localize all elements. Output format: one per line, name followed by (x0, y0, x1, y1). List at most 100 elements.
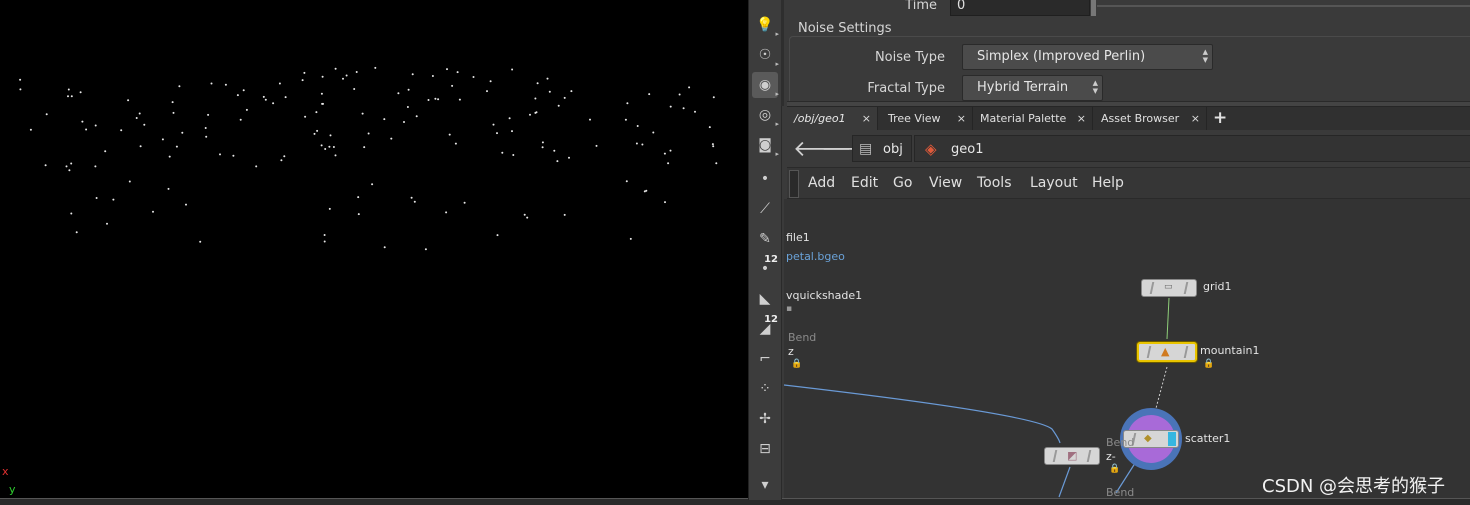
tab-tree-view[interactable]: Tree View × (881, 107, 973, 130)
pen-icon[interactable]: ✎ (752, 226, 778, 252)
crumb-obj[interactable]: ▤ obj (852, 135, 912, 162)
scatter-point (472, 76, 475, 78)
tab-label: Tree View (888, 112, 941, 125)
scatter-point (511, 68, 514, 71)
scatter-point (68, 169, 71, 172)
tab-material-palette[interactable]: Material Palette × (973, 107, 1093, 130)
menu-layout[interactable]: Layout (1030, 175, 1078, 191)
scene-viewport[interactable]: x y (0, 0, 748, 500)
add-tab-button[interactable]: + (1208, 107, 1232, 130)
scatter-point (629, 237, 632, 240)
node-bend[interactable]: ◩ (1044, 447, 1100, 465)
network-editor[interactable]: file1 petal.bgeo vquickshade1 ▪ Bend z 🔒… (784, 199, 1470, 498)
fractal-type-dropdown[interactable]: Hybrid Terrain ▲ ▼ (962, 75, 1103, 101)
scatter-point (70, 95, 73, 98)
camera-icon[interactable]: ◙ ▸ (752, 132, 779, 158)
menu-edit[interactable]: Edit (851, 175, 878, 191)
view-eye-icon[interactable]: ◎ ▸ (752, 102, 779, 128)
scatter-point (712, 145, 715, 148)
scatter-point (486, 90, 488, 93)
point-number-icon[interactable]: • 12 (752, 254, 778, 282)
bend-comment-label: Bend (788, 331, 817, 344)
scatter-point (556, 160, 559, 163)
scatter-point (316, 129, 319, 132)
scatter-point (67, 95, 69, 98)
scatter-point (205, 135, 208, 138)
scatter-point (303, 71, 306, 74)
time-slider-track[interactable] (1097, 5, 1470, 7)
curve-icon[interactable]: ⌐ (752, 346, 778, 372)
expand-down-icon[interactable]: ▾ (752, 472, 778, 498)
scatter-point (492, 123, 495, 126)
scatter-point (534, 97, 537, 100)
noise-type-label: Noise Type (874, 50, 945, 65)
handle-icon[interactable]: ✢ (752, 406, 778, 432)
menu-go[interactable]: Go (893, 175, 912, 191)
fill-icon[interactable]: ◣ (752, 286, 778, 312)
scatter-point (648, 93, 651, 96)
scatter-point (410, 196, 413, 199)
crumb-geo1[interactable]: ◈ geo1 (914, 135, 1470, 162)
close-icon[interactable]: × (1191, 107, 1200, 130)
scatter-point (245, 108, 248, 111)
close-icon[interactable]: × (862, 107, 871, 130)
scatter-point (570, 90, 573, 93)
camera-lens-icon[interactable]: ◉ ▸ (752, 72, 779, 98)
close-icon[interactable]: × (957, 107, 966, 130)
menu-toggle-strip[interactable] (789, 170, 799, 198)
menu-view[interactable]: View (929, 175, 962, 191)
tab-label: /obj/geo1 (794, 112, 846, 125)
scatter-point (496, 234, 499, 237)
scatter-point (489, 80, 492, 83)
scatter-point (323, 240, 326, 243)
node-grid1[interactable]: ▭ (1141, 279, 1197, 297)
crumb-obj-label: obj (883, 142, 903, 157)
scatter-point (511, 130, 513, 133)
spotlight-icon[interactable]: ☉ ▸ (752, 42, 779, 68)
menu-help[interactable]: Help (1092, 175, 1124, 191)
grid-points-icon[interactable]: ⁘ (752, 376, 778, 402)
scatter-point (357, 196, 360, 199)
scatter-point (322, 102, 324, 105)
scatter-point (526, 216, 529, 219)
scatter-point (239, 118, 242, 121)
lock-icon: ▪ (786, 304, 793, 314)
tab-asset-browser[interactable]: Asset Browser × (1094, 107, 1207, 130)
menu-tools[interactable]: Tools (977, 175, 1012, 191)
time-input[interactable]: 0 (950, 0, 1090, 16)
noise-type-dropdown[interactable]: Simplex (Improved Perlin) ▲ ▼ (962, 44, 1213, 70)
tool-number-badge: 12 (764, 254, 778, 265)
scatter-point (143, 123, 146, 126)
scatter-point (397, 92, 400, 95)
node-mountain1-label[interactable]: mountain1 (1200, 344, 1259, 357)
node-grid1-label[interactable]: grid1 (1203, 280, 1232, 293)
path-bar: 🡐 🡒 ▤ obj ◈ geo1 (787, 130, 1470, 168)
scatter-point (172, 111, 175, 114)
close-icon[interactable]: × (1077, 107, 1086, 130)
scatter-point (496, 132, 498, 135)
scatter-point (19, 78, 22, 81)
lightbulb-icon[interactable]: 💡 ▸ (752, 12, 779, 38)
node-scatter1-label[interactable]: scatter1 (1185, 432, 1230, 445)
scatter-point (128, 180, 131, 183)
prim-number-icon[interactable]: ◢ 12 (752, 314, 778, 342)
display-flag[interactable] (1168, 432, 1176, 446)
tab-obj-geo1[interactable]: /obj/geo1 × (787, 107, 878, 130)
scatter-point (138, 112, 141, 115)
menu-add[interactable]: Add (808, 175, 835, 191)
brush-icon[interactable]: ⟋ (752, 196, 778, 222)
scatter-point (283, 155, 286, 158)
time-slider-handle[interactable] (1091, 0, 1096, 16)
node-vquickshade1-label[interactable]: vquickshade1 (786, 289, 862, 302)
scatter-point (207, 113, 210, 116)
pane-divider[interactable] (781, 0, 784, 106)
node-file1-label[interactable]: file1 (786, 231, 810, 244)
window-icon[interactable]: ⊟ (752, 436, 778, 462)
noise-settings-title: Noise Settings (793, 21, 897, 36)
node-mountain1[interactable]: ▲ (1137, 342, 1197, 362)
crumb-geo1-label: geo1 (951, 142, 984, 157)
scatter-point (446, 68, 448, 71)
submenu-arrow-icon: ▸ (775, 60, 779, 68)
point-icon[interactable]: • (752, 166, 778, 192)
scatter-point (536, 82, 539, 85)
